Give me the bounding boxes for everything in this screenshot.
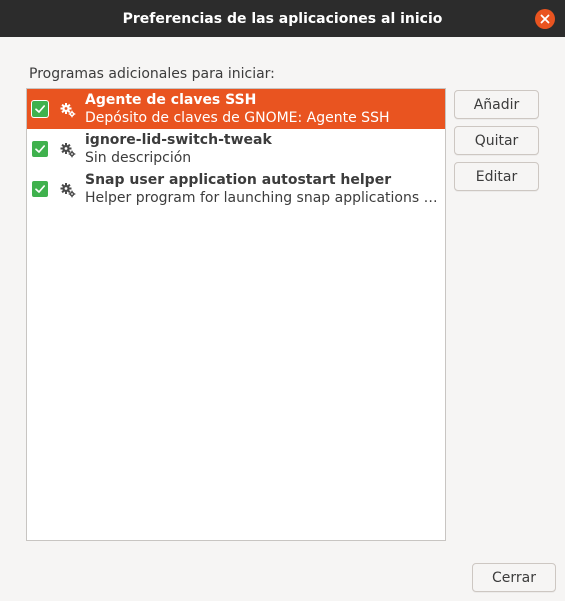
edit-button[interactable]: Editar <box>454 162 539 191</box>
checkmark-icon <box>35 145 46 153</box>
gear-icon <box>60 103 76 118</box>
gear-icon <box>60 143 76 158</box>
list-item[interactable]: Snap user application autostart helper H… <box>27 169 445 209</box>
startup-preferences-window: Preferencias de las aplicaciones al inic… <box>0 0 565 601</box>
programs-list-label: Programas adicionales para iniciar: <box>29 66 275 82</box>
enabled-checkbox[interactable] <box>32 101 48 117</box>
window-close-button[interactable] <box>535 9 555 29</box>
program-description: Helper program for launching snap applic… <box>85 190 443 206</box>
program-name: Agente de claves SSH <box>85 92 257 108</box>
close-button[interactable]: Cerrar <box>472 563 556 592</box>
program-description: Depósito de claves de GNOME: Agente SSH <box>85 110 390 126</box>
title-bar[interactable]: Preferencias de las aplicaciones al inic… <box>0 0 565 37</box>
gear-icon <box>60 183 76 198</box>
program-name: ignore-lid-switch-tweak <box>85 132 272 148</box>
enabled-checkbox[interactable] <box>32 181 48 197</box>
close-icon <box>540 14 550 24</box>
checkmark-icon <box>35 105 46 113</box>
program-name: Snap user application autostart helper <box>85 172 392 188</box>
list-item[interactable]: Agente de claves SSH Depósito de claves … <box>27 89 445 129</box>
startup-programs-list[interactable]: Agente de claves SSH Depósito de claves … <box>26 88 446 541</box>
window-title: Preferencias de las aplicaciones al inic… <box>122 10 443 27</box>
add-button[interactable]: Añadir <box>454 90 539 119</box>
remove-button[interactable]: Quitar <box>454 126 539 155</box>
enabled-checkbox[interactable] <box>32 141 48 157</box>
list-item[interactable]: ignore-lid-switch-tweak Sin descripción <box>27 129 445 169</box>
program-description: Sin descripción <box>85 150 192 166</box>
checkmark-icon <box>35 185 46 193</box>
